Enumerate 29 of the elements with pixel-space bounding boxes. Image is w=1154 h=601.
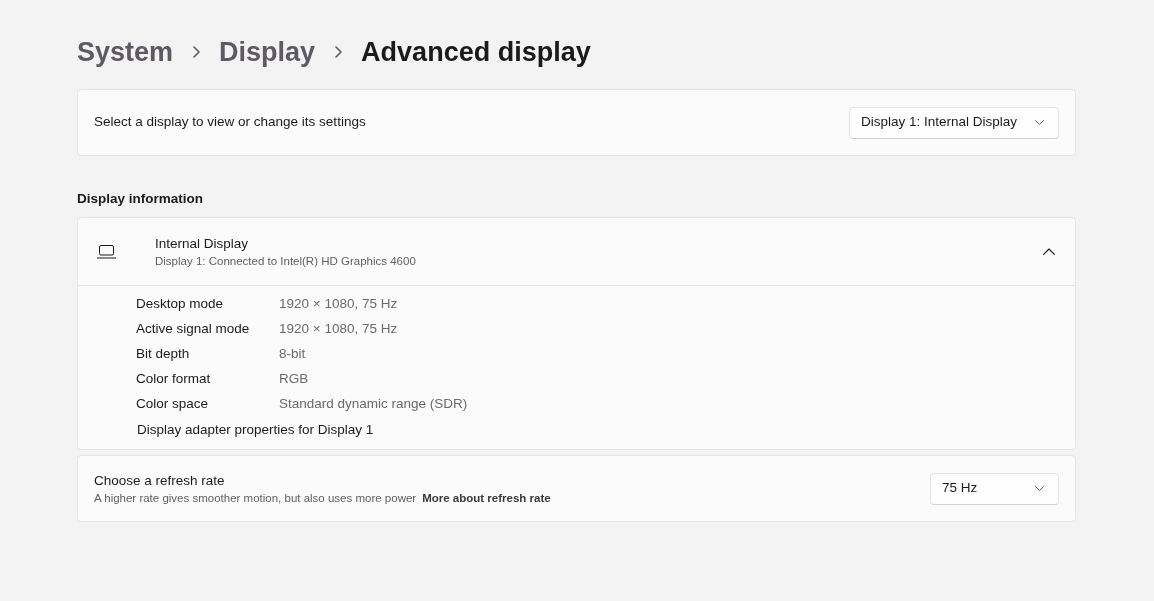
dropdown[interactable]: 75 Hz [930, 472, 1059, 505]
property-value: Standard dynamic range (SDR) [279, 395, 468, 414]
property-value: 8-bit [279, 345, 306, 364]
breadcrumb-link[interactable]: Display [219, 33, 316, 71]
chevron-right-icon [335, 46, 343, 58]
adapter-properties-link[interactable]: Display adapter properties for Display 1 [137, 417, 374, 443]
property-label: Color space [136, 395, 210, 414]
laptop-icon [97, 244, 116, 259]
page-title: Advanced display [361, 36, 591, 69]
property-label: Desktop mode [136, 295, 225, 314]
expander-header[interactable]: Internal Display Display 1: Connected to Intel(R) HD Graphics 4600 [78, 218, 1075, 285]
display-name: Internal Display [155, 234, 250, 253]
setting-label: Select a display to view or change its settings [94, 113, 366, 132]
property-value: 1920 × 1080, 75 Hz [279, 295, 398, 314]
property-value: RGB [279, 370, 309, 389]
chevron-right-icon [193, 46, 201, 58]
chevron-down-icon [1035, 120, 1044, 125]
dropdown[interactable]: Display 1: Internal Display [848, 106, 1059, 139]
property-label: Active signal mode [136, 320, 251, 339]
setting-title: Choose a refresh rate [94, 471, 226, 490]
section-heading: Display information [77, 190, 204, 208]
setting-description: A higher rate gives smoother motion, but also uses more power [94, 490, 417, 506]
breadcrumb-link[interactable]: System [77, 33, 174, 71]
display-detail: Display 1: Connected to Intel(R) HD Graphics 4600 [155, 253, 417, 269]
property-value: 1920 × 1080, 75 Hz [279, 320, 398, 339]
chevron-down-icon [1035, 486, 1044, 491]
learn-more-link[interactable]: More about refresh rate [422, 489, 551, 506]
property-label: Color format [136, 370, 212, 389]
property-label: Bit depth [136, 345, 191, 364]
